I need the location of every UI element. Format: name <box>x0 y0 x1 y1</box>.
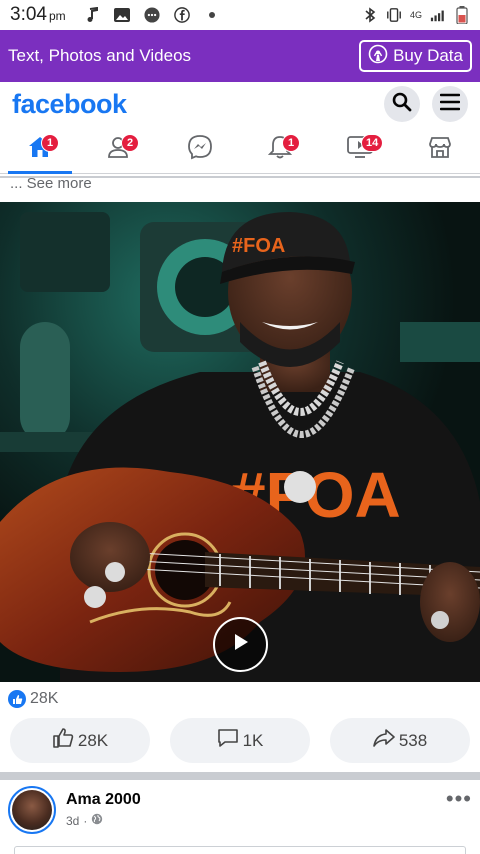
signal-icon <box>430 7 446 23</box>
tab-home[interactable]: 1 <box>0 126 80 174</box>
search-button[interactable] <box>384 86 420 122</box>
notifications-badge: 1 <box>282 134 300 152</box>
promo-banner: Text, Photos and Videos Buy Data <box>0 30 480 82</box>
post-time-value: 3d <box>66 813 80 828</box>
comment-button[interactable]: 1K <box>170 718 310 763</box>
next-post-card <box>14 846 466 854</box>
avatar-image <box>12 790 52 830</box>
post-timestamp: 3d · <box>66 813 141 828</box>
status-time: 3:04 pm <box>10 4 66 26</box>
video-thumbnail: #FOA #FOA <box>0 202 480 682</box>
network-type: 4G <box>409 10 422 20</box>
facebook-icon <box>173 7 190 23</box>
comment-icon <box>217 728 239 753</box>
next-post-header: Ama 2000 3d · ••• <box>8 786 472 840</box>
like-reaction-icon <box>8 690 26 708</box>
post-video[interactable]: #FOA #FOA <box>0 202 480 682</box>
hamburger-menu-icon <box>439 93 461 116</box>
promo-text: Text, Photos and Videos <box>8 46 192 65</box>
share-count: 538 <box>398 730 428 750</box>
vibrate-icon <box>386 7 402 23</box>
status-time-value: 3:04 <box>10 4 47 25</box>
buy-data-label: Buy Data <box>393 46 463 65</box>
more-options-icon[interactable]: ••• <box>446 788 472 810</box>
post-time-separator: · <box>83 813 88 828</box>
play-icon <box>232 632 250 657</box>
bluetooth-icon <box>362 7 378 23</box>
search-icon <box>392 92 412 117</box>
like-button[interactable]: 28K <box>10 718 150 763</box>
post-actions: 28K 1K 538 <box>10 718 470 763</box>
cap-text: #FOA <box>232 235 285 257</box>
messages-icon <box>144 7 160 23</box>
tab-notifications[interactable]: 1 <box>240 126 320 173</box>
thumbs-up-icon <box>52 728 74 753</box>
tab-friends[interactable]: 2 <box>80 126 160 173</box>
music-note-icon <box>84 7 100 23</box>
play-button[interactable] <box>213 617 268 672</box>
share-icon <box>373 728 395 753</box>
nav-tabs: 1 2 1 14 <box>0 126 480 174</box>
tab-watch[interactable]: 14 <box>320 126 400 173</box>
share-button[interactable]: 538 <box>330 718 470 763</box>
menu-button[interactable] <box>432 86 468 122</box>
dot-icon <box>204 7 220 23</box>
friends-badge: 2 <box>121 134 139 152</box>
globe-icon <box>91 813 103 828</box>
status-bar: 3:04 pm 4G <box>0 0 480 30</box>
app-header: facebook <box>0 82 480 126</box>
home-badge: 1 <box>41 134 59 152</box>
avatar[interactable] <box>8 786 56 834</box>
post-author[interactable]: Ama 2000 <box>66 791 141 809</box>
comment-count: 1K <box>242 730 264 750</box>
post-separator <box>0 772 480 780</box>
battery-icon <box>454 6 470 24</box>
reactions-count: 28K <box>30 690 59 707</box>
buy-data-button[interactable]: Buy Data <box>359 40 472 72</box>
status-ampm: pm <box>48 9 66 23</box>
see-more-link[interactable]: ... See more <box>10 175 92 192</box>
reaction-summary[interactable]: 28K <box>8 690 58 708</box>
tab-marketplace[interactable] <box>400 126 480 173</box>
image-icon <box>113 7 130 23</box>
messenger-icon <box>187 134 213 165</box>
broadcast-icon <box>368 44 388 69</box>
marketplace-icon <box>427 135 453 164</box>
watch-badge: 14 <box>361 134 384 152</box>
like-count: 28K <box>77 730 109 750</box>
facebook-logo[interactable]: facebook <box>12 89 127 120</box>
tab-messenger[interactable] <box>160 126 240 173</box>
